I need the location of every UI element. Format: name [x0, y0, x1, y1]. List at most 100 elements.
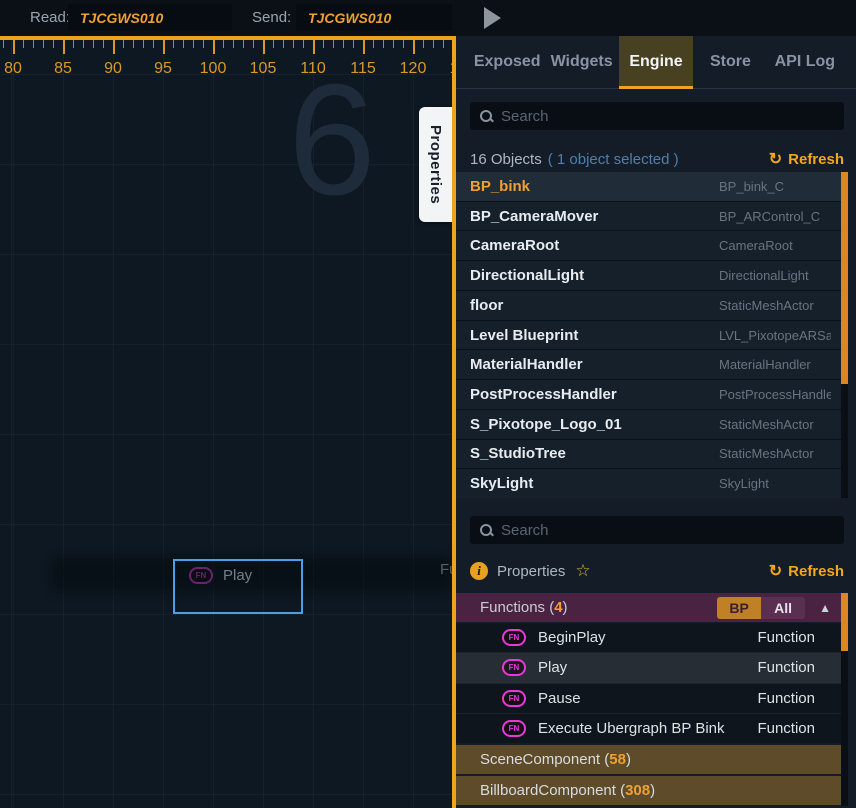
engine-panel: ExposedWidgetsEngineStore API Log 16 Obje… [456, 36, 856, 808]
component-section-headers: SceneComponent (58)BillboardComponent (3… [456, 745, 841, 805]
function-row[interactable]: FNBeginPlayFunction [456, 623, 841, 652]
tab-label: Exposed [474, 53, 541, 71]
functions-count: 4 [554, 599, 562, 616]
component-section-header[interactable]: BillboardComponent (308) [456, 776, 841, 805]
tab-exposed[interactable]: Exposed [470, 36, 544, 88]
objects-search-input[interactable] [501, 108, 835, 125]
table-row[interactable]: SkyLightSkyLight [456, 469, 841, 498]
function-name: Pause [538, 690, 581, 707]
object-class: MaterialHandler [719, 357, 831, 372]
functions-scrollbar[interactable] [841, 593, 848, 806]
object-class: BP_bink_C [719, 179, 831, 194]
objects-selected-count: ( 1 object selected ) [548, 151, 679, 168]
ruler-label: 120 [400, 60, 427, 78]
bp-filter-button[interactable]: BP [717, 597, 761, 619]
ruler-minor-tick [193, 40, 194, 48]
drag-drop-target-outline[interactable]: FN Play [173, 559, 303, 614]
ruler-minor-tick [403, 40, 404, 48]
object-name: Level Blueprint [470, 327, 578, 344]
all-filter-button[interactable]: All [761, 597, 805, 619]
object-name: S_Pixotope_Logo_01 [470, 416, 622, 433]
function-type: Function [757, 659, 815, 676]
component-title: BillboardComponent ( [480, 782, 625, 799]
search-icon [479, 109, 493, 123]
table-row[interactable]: DirectionalLightDirectionalLight [456, 261, 841, 290]
ruler-label: 100 [200, 60, 227, 78]
component-section-header[interactable]: SceneComponent (58) [456, 745, 841, 774]
table-row[interactable]: BP_bink BP_bink_C [456, 172, 841, 201]
ruler-minor-tick [273, 40, 274, 48]
object-name: floor [470, 297, 503, 314]
objects-list: BP_bink BP_bink_C BP_CameraMoverBP_ARContr… [456, 172, 841, 498]
table-row[interactable]: BP_CameraMoverBP_ARControl_C [456, 202, 841, 231]
scene-viewport[interactable]: 80859095100105110115120125 6 FN Play Fun… [0, 36, 456, 808]
properties-search-input[interactable] [501, 522, 835, 539]
tab-store[interactable]: Store [693, 36, 767, 88]
ruler-minor-tick [133, 40, 134, 48]
function-icon: FN [189, 567, 213, 584]
functions-title: Functions ( [480, 599, 554, 616]
functions-scrollbar-thumb[interactable] [841, 593, 848, 651]
tab-widgets[interactable]: Widgets [544, 36, 618, 88]
table-row[interactable]: S_StudioTreeStaticMeshActor [456, 440, 841, 469]
ruler-minor-tick [73, 40, 74, 48]
ruler-label: 105 [250, 60, 277, 78]
ghost-play-label: Play [223, 567, 252, 584]
read-input[interactable] [68, 4, 232, 31]
objects-scrollbar[interactable] [841, 172, 848, 498]
functions-list: FNBeginPlayFunctionFNPlayFunctionFNPause… [456, 623, 841, 743]
objects-refresh-button[interactable]: ↻ Refresh [769, 149, 844, 169]
panel-tabs: ExposedWidgetsEngineStore API Log [456, 36, 856, 89]
object-name: MaterialHandler [470, 356, 583, 373]
table-row[interactable]: MaterialHandler MaterialHandler [456, 350, 841, 379]
function-row[interactable]: FNExecute Ubergraph BP BinkFunction [456, 714, 841, 743]
ruler-minor-tick [43, 40, 44, 48]
ruler-minor-tick [53, 40, 54, 48]
table-row[interactable]: PostProcessHandlerPostProcessHandler [456, 380, 841, 409]
function-type: Function [757, 690, 815, 707]
objects-search[interactable] [470, 102, 844, 130]
ruler-minor-tick [433, 40, 434, 48]
objects-header: 16 Objects ( 1 object selected ) ↻ Refre… [470, 148, 844, 170]
ruler-label: 95 [154, 60, 172, 78]
play-icon [484, 7, 501, 29]
send-input[interactable] [296, 4, 452, 31]
favorite-star-icon[interactable]: ☆ [575, 561, 590, 581]
table-row[interactable]: floorStaticMeshActor [456, 291, 841, 320]
ruler-minor-tick [33, 40, 34, 48]
horizontal-ruler: 80859095100105110115120125 [0, 40, 456, 84]
ruler-minor-tick [183, 40, 184, 48]
function-icon: FN [502, 659, 526, 676]
table-row[interactable]: S_Pixotope_Logo_01 StaticMeshActor [456, 410, 841, 439]
tab-label: API Log [775, 53, 835, 71]
bp-all-toggle: BP All [717, 597, 805, 619]
ruler-minor-tick [93, 40, 94, 48]
function-row[interactable]: FNPlayFunction [456, 653, 841, 682]
tab-engine[interactable]: Engine [619, 36, 693, 88]
countdown-digit: 6 [288, 46, 376, 236]
functions-title-close: ) [563, 599, 568, 616]
collapse-icon[interactable]: ▲ [819, 601, 831, 615]
tab-api-log[interactable]: API Log [768, 36, 842, 88]
ruler-minor-tick [203, 40, 204, 48]
table-row[interactable]: CameraRootCameraRoot [456, 231, 841, 260]
functions-section-header[interactable]: Functions ( 4 ) BP All ▲ [456, 593, 841, 622]
object-name: SkyLight [470, 475, 533, 492]
properties-refresh-button[interactable]: ↻ Refresh [769, 561, 844, 581]
properties-title: Properties [497, 563, 565, 580]
properties-search[interactable] [470, 516, 844, 544]
ruler-major-tick [263, 40, 265, 54]
table-row[interactable]: Level BlueprintLVL_PixotopeARSample.. [456, 321, 841, 350]
refresh-label: Refresh [788, 151, 844, 168]
object-class: StaticMeshActor [719, 417, 831, 432]
object-name: BP_bink [470, 178, 530, 195]
function-row[interactable]: FNPauseFunction [456, 684, 841, 713]
play-button[interactable] [478, 5, 508, 31]
function-icon: FN [502, 629, 526, 646]
function-icon: FN [502, 720, 526, 737]
objects-scrollbar-thumb[interactable] [841, 172, 848, 384]
object-name: CameraRoot [470, 237, 559, 254]
ruler-major-tick [63, 40, 65, 54]
properties-flyout-tab[interactable]: Properties [419, 107, 452, 222]
ruler-minor-tick [143, 40, 144, 48]
